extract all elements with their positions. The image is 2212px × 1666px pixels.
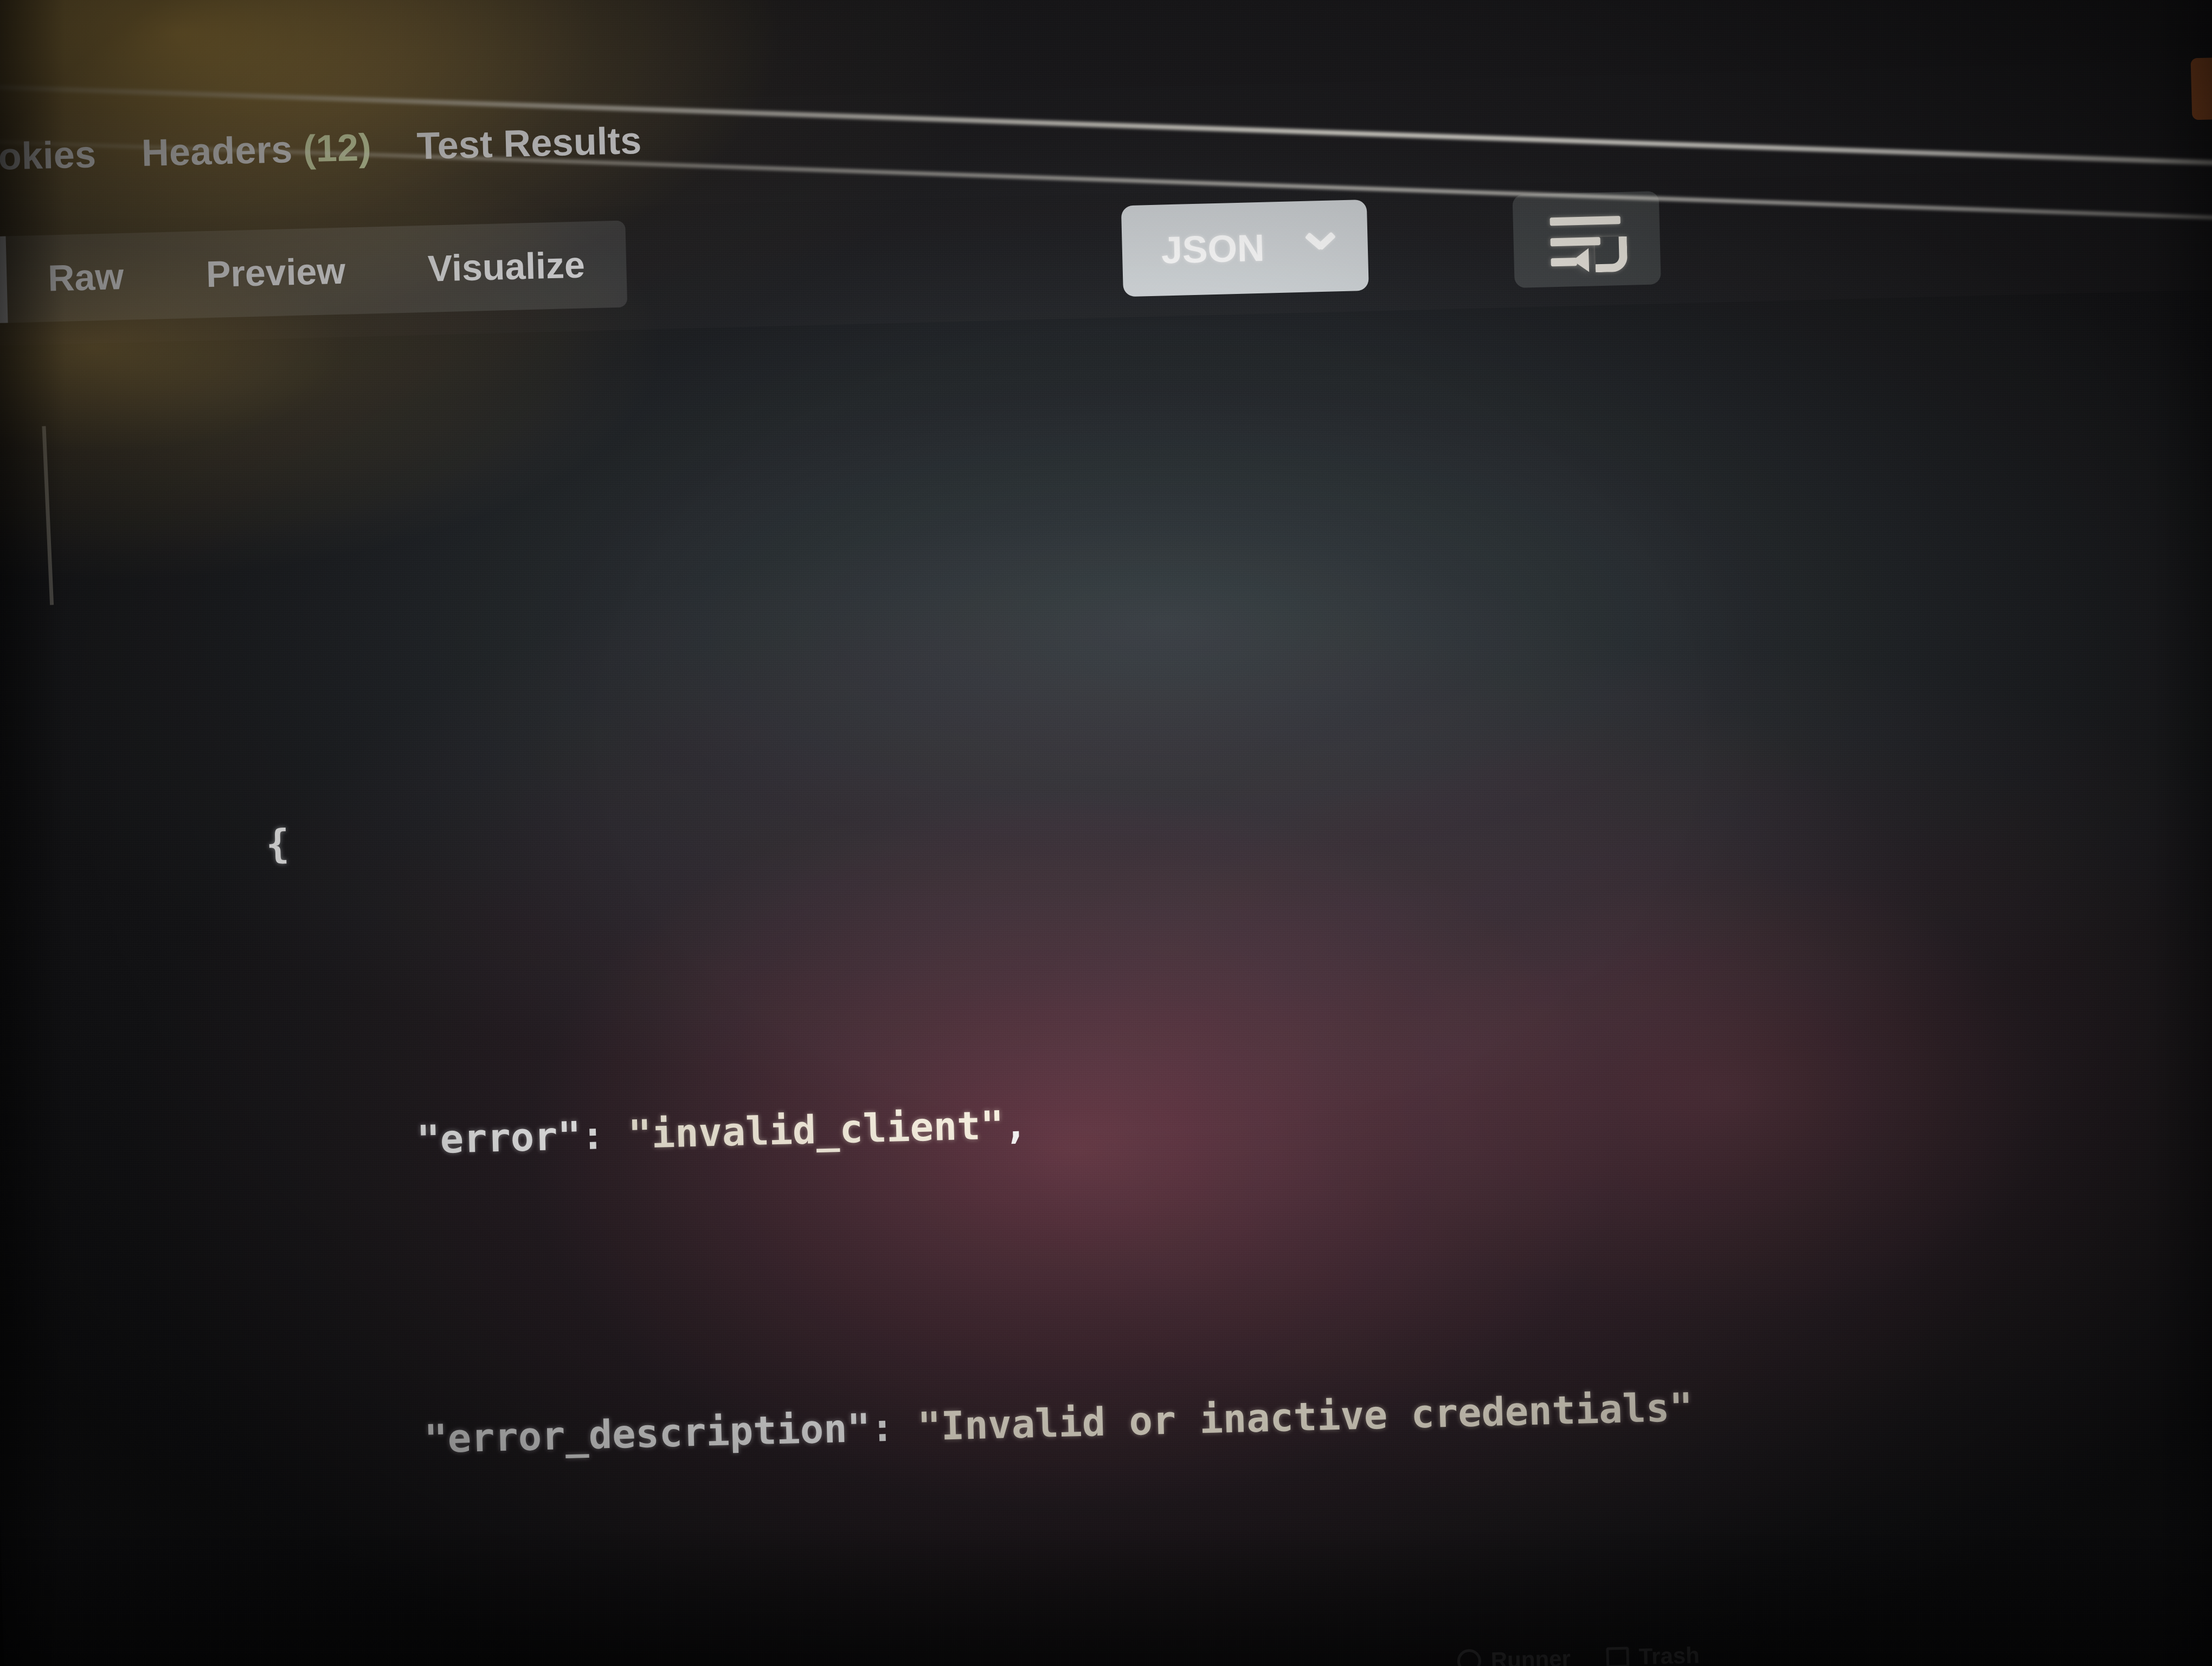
json-open-brace: { <box>265 821 290 867</box>
language-dropdown[interactable]: JSON <box>1121 199 1369 297</box>
json-colon-error-description: : <box>870 1404 918 1451</box>
json-value-error: "invalid_client" <box>627 1102 1005 1157</box>
response-tab-test-results-label: Test Results <box>416 119 642 168</box>
status-code-badge: 40 <box>2190 56 2212 120</box>
indent-guide <box>42 426 54 605</box>
json-code-block: { "error": "invalid_client", "error_desc… <box>0 307 2212 1666</box>
runner-icon <box>1457 1649 1482 1666</box>
json-line-error-description: "error_description": "Invalid or inactiv… <box>0 1280 2212 1462</box>
word-wrap-button[interactable] <box>1512 191 1661 289</box>
body-view-tab-visualize[interactable]: Visualize <box>385 221 627 313</box>
response-tab-headers-label: Headers <box>141 128 293 175</box>
statusbar-item-trash-label: Trash <box>1638 1643 1700 1666</box>
word-wrap-icon <box>1549 214 1628 273</box>
body-view-tab-preview-label: Preview <box>205 250 346 296</box>
chevron-down-icon <box>1304 235 1336 257</box>
screen-photo: Cookies Headers (12) Test Results 40 y <box>0 0 2212 1666</box>
language-dropdown-value: JSON <box>1160 226 1265 272</box>
trash-icon <box>1606 1646 1630 1666</box>
body-view-tab-visualize-label: Visualize <box>427 244 586 290</box>
statusbar-item-runner[interactable]: Runner <box>1457 1646 1571 1666</box>
json-key-error-description: "error_description" <box>423 1405 871 1462</box>
response-body-viewer[interactable]: { "error": "invalid_client", "error_desc… <box>0 289 2212 1666</box>
json-comma-error: , <box>1003 1101 1028 1148</box>
statusbar-item-trash[interactable]: Trash <box>1606 1643 1700 1666</box>
response-tab-headers[interactable]: Headers (12) <box>141 126 372 175</box>
body-view-segmented-control: y Raw Preview Visualize <box>0 220 627 326</box>
response-tab-cookies[interactable]: Cookies <box>0 133 97 180</box>
json-key-error: "error" <box>416 1113 582 1163</box>
json-line-open-brace: { <box>0 681 2212 867</box>
statusbar-item-runner-label: Runner <box>1490 1646 1571 1666</box>
response-tab-headers-count: (12) <box>303 126 372 170</box>
response-tab-list: Cookies Headers (12) Test Results <box>0 119 642 180</box>
response-tab-test-results[interactable]: Test Results <box>416 119 642 168</box>
postman-response-panel: Cookies Headers (12) Test Results 40 y <box>0 0 2212 1666</box>
body-view-tab-raw[interactable]: Raw <box>5 232 166 323</box>
json-line-error: "error": "invalid_client", <box>0 981 2212 1162</box>
json-value-error-description: "Invalid or inactive credentials" <box>917 1384 1694 1450</box>
body-view-tab-preview[interactable]: Preview <box>164 227 388 319</box>
body-view-tab-raw-label: Raw <box>47 255 125 299</box>
json-colon-error: : <box>580 1111 629 1159</box>
response-tab-cookies-label: Cookies <box>0 133 97 180</box>
